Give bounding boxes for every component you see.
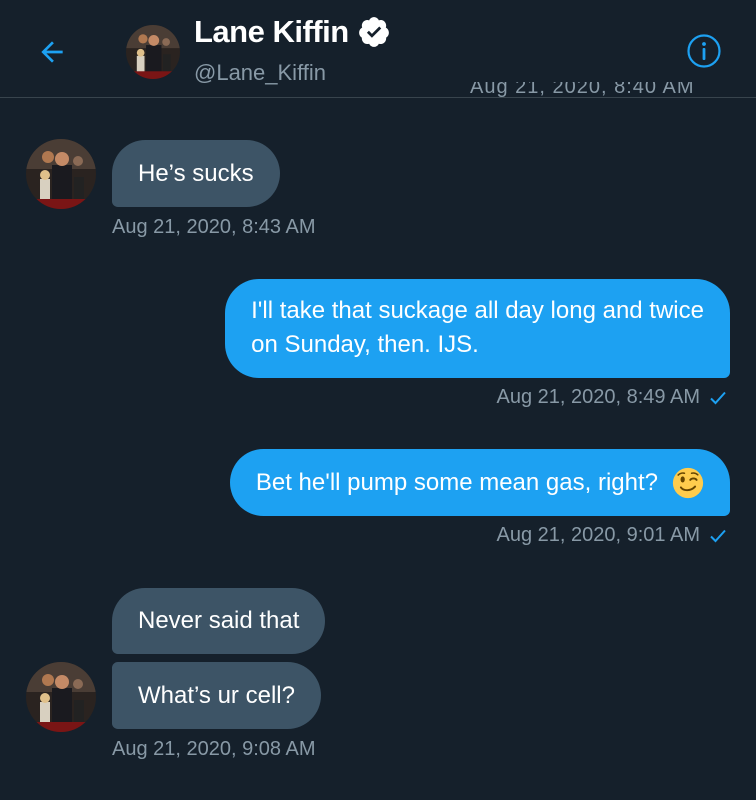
back-arrow-icon [41, 41, 63, 63]
message-timestamp: Aug 21, 2020, 8:49 AM [497, 386, 729, 409]
message-text: What’s ur cell? [138, 681, 295, 709]
header-avatar[interactable] [126, 25, 180, 79]
message-text: He’s sucks [138, 159, 254, 187]
sent-check-icon [710, 391, 726, 404]
conversation-header: Lane Kiffin @Lane_Kiffin Aug 21, 2020, 8… [0, 0, 756, 98]
conversation-info-button[interactable] [686, 33, 722, 69]
message-bubble-outgoing[interactable]: I'll take that suckage all day long and … [225, 279, 730, 378]
sent-check-icon [710, 529, 726, 542]
message-bubble-incoming[interactable]: Never said that [112, 588, 326, 654]
message-timestamp: Aug 21, 2020, 9:08 AM [112, 738, 316, 760]
back-button[interactable] [34, 34, 70, 70]
message-bubble-outgoing[interactable]: Bet he'll pump some mean gas, right? [229, 449, 730, 516]
winking-face-emoji-icon [672, 467, 704, 498]
header-name-row: Lane Kiffin [194, 14, 391, 50]
info-icon [687, 34, 721, 68]
message-timestamp: Aug 21, 2020, 8:43 AM [112, 216, 316, 238]
message-bubble-incoming[interactable]: He’s sucks [112, 140, 280, 207]
verified-badge-icon [358, 17, 389, 47]
message-text: Never said that [138, 607, 300, 634]
message-text-line: I'll take that suckage all day long and … [251, 297, 704, 324]
message-text-line: on Sunday, then. IJS. [251, 331, 479, 358]
message-timestamp: Aug 21, 2020, 9:01 AM [497, 524, 729, 547]
message-text: Bet he'll pump some mean gas, right? [255, 468, 658, 496]
contact-handle: @Lane_Kiffin [194, 60, 327, 85]
contact-name: Lane Kiffin [194, 14, 349, 49]
message-bubble-incoming[interactable]: What’s ur cell? [112, 662, 321, 729]
contact-avatar[interactable] [26, 139, 96, 209]
contact-avatar[interactable] [26, 662, 96, 732]
clipped-timestamp: Aug 21, 2020, 8:40 AM [470, 82, 695, 98]
